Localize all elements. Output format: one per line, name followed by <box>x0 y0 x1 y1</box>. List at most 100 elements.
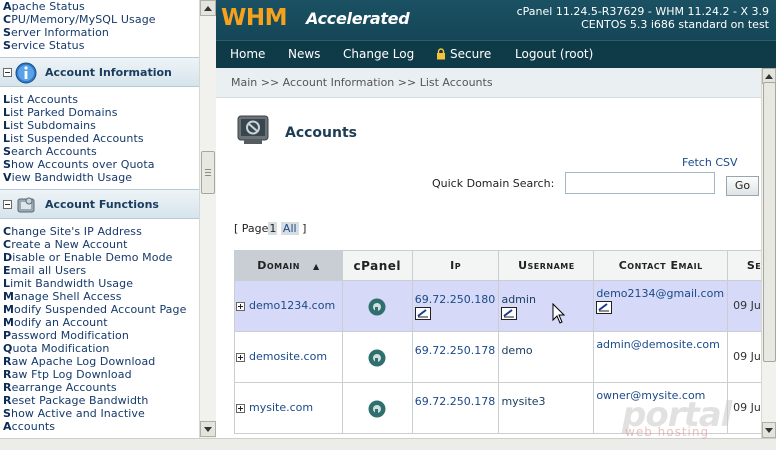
sidebar-section-title: Account Information <box>45 66 172 79</box>
ip-address[interactable]: 69.72.250.178 <box>415 344 495 357</box>
sidebar-link-apache-status[interactable]: Apache Status <box>3 0 85 13</box>
breadcrumb: Main >> Account Information >> List Acco… <box>216 68 761 98</box>
nav-secure[interactable]: Secure <box>450 47 491 61</box>
chevron-down-icon <box>765 428 773 433</box>
edit-icon[interactable] <box>596 301 613 314</box>
sidebar-link-cpu-usage[interactable]: CPU/Memory/MySQL Usage <box>3 13 156 26</box>
column-header-domain[interactable]: Domain ▲ <box>234 250 343 281</box>
table-row[interactable]: demo1234.com 69.72.250.180 admin demo213… <box>234 280 761 332</box>
contact-email-link[interactable]: demo2134@gmail.com <box>596 287 724 300</box>
contact-email-link[interactable]: admin@demosite.com <box>596 338 720 351</box>
cpanel-logo-icon[interactable] <box>366 297 388 317</box>
cpanel-logo-icon[interactable] <box>366 348 388 368</box>
domain-link[interactable]: mysite.com <box>249 401 313 414</box>
sidebar-scrollbar[interactable] <box>199 0 216 438</box>
sidebar-link-password-modification[interactable]: Password Modification <box>3 329 129 342</box>
scroll-down-button[interactable] <box>200 421 216 437</box>
sidebar-link-list-subdomains[interactable]: List Subdomains <box>3 119 96 132</box>
cpanel-logo-icon[interactable] <box>366 399 388 419</box>
table-row[interactable]: demosite.com 69.72.250.178 demo admin@de… <box>234 331 761 383</box>
sidebar-link-limit-bandwidth[interactable]: Limit Bandwidth Usage <box>3 277 133 290</box>
sidebar-link-modify-suspended-page[interactable]: Modify Suspended Account Page <box>3 303 186 316</box>
quick-domain-search-input[interactable] <box>565 172 715 194</box>
edit-icon[interactable] <box>414 307 431 320</box>
sidebar-link-demo-mode[interactable]: Disable or Enable Demo Mode <box>3 251 173 264</box>
top-nav: Home News Change Log Secure Logout (root… <box>216 40 776 68</box>
pager-current-page[interactable]: 1 <box>268 222 278 235</box>
tools-icon <box>17 197 35 213</box>
nav-home[interactable]: Home <box>230 47 265 61</box>
scrollbar-thumb[interactable] <box>763 82 776 362</box>
sidebar-link-show-active-inactive[interactable]: Show Active and Inactive <box>3 407 145 420</box>
sidebar-link-list-suspended-accounts[interactable]: List Suspended Accounts <box>3 132 144 145</box>
sidebar-section-account-functions[interactable]: Account Functions <box>0 189 199 219</box>
column-header-username[interactable]: Username <box>498 250 595 281</box>
logo-accelerated: Accelerated <box>306 9 410 28</box>
username: mysite3 <box>501 395 546 408</box>
ip-address[interactable]: 69.72.250.180 <box>415 293 495 306</box>
sidebar-link-list-parked-domains[interactable]: List Parked Domains <box>3 106 118 119</box>
sidebar-link-show-active-inactive-cont[interactable]: Accounts <box>3 420 55 433</box>
header-banner: WHM Accelerated cPanel 11.24.5-R37629 - … <box>216 0 776 40</box>
username: admin <box>501 293 536 306</box>
chevron-down-icon <box>204 427 212 432</box>
scrollbar-thumb[interactable] <box>201 151 215 194</box>
setup-date: 09 Ju <box>733 350 761 363</box>
domain-link[interactable]: demosite.com <box>249 350 327 363</box>
sidebar-link-view-bandwidth-usage[interactable]: View Bandwidth Usage <box>3 171 132 184</box>
main-content: Main >> Account Information >> List Acco… <box>216 68 761 438</box>
os-info: CENTOS 5.3 i686 standard on test <box>581 18 769 31</box>
pager-all-link[interactable]: All <box>280 222 299 235</box>
column-header-ip[interactable]: Ip <box>411 250 500 281</box>
lock-icon <box>437 48 445 60</box>
nav-news[interactable]: News <box>288 47 320 61</box>
setup-date: 09 Ju <box>733 401 761 414</box>
sidebar-link-service-status[interactable]: Service Status <box>3 39 85 52</box>
sidebar-link-quota-modification[interactable]: Quota Modification <box>3 342 109 355</box>
nav-change-log[interactable]: Change Log <box>343 47 414 61</box>
sidebar-link-accounts-over-quota[interactable]: Show Accounts over Quota <box>3 158 155 171</box>
sidebar-link-manage-shell[interactable]: Manage Shell Access <box>3 290 122 303</box>
sidebar-link-email-all-users[interactable]: Email all Users <box>3 264 86 277</box>
column-header-setup[interactable]: Setu <box>727 250 761 281</box>
column-header-cpanel[interactable]: cPanel <box>341 250 413 281</box>
quick-search-label: Quick Domain Search: <box>432 177 555 190</box>
collapse-icon[interactable] <box>3 200 12 209</box>
go-button[interactable]: Go <box>726 176 759 196</box>
sidebar-section-title: Account Functions <box>45 198 159 211</box>
expand-icon[interactable] <box>236 302 245 311</box>
sidebar-link-rearrange-accounts[interactable]: Rearrange Accounts <box>3 381 117 394</box>
nav-logout[interactable]: Logout (root) <box>515 47 593 61</box>
table-header-row: Domain ▲ cPanel Ip Username Contact Emai… <box>234 250 761 281</box>
sidebar-link-create-account[interactable]: Create a New Account <box>3 238 128 251</box>
mouse-cursor-icon <box>552 303 566 324</box>
horizontal-scrollbar[interactable] <box>0 438 776 450</box>
page-title: Accounts <box>285 125 358 141</box>
sort-ascending-icon: ▲ <box>312 262 320 271</box>
sidebar-link-server-information[interactable]: Server Information <box>3 26 109 39</box>
column-header-contact-email[interactable]: Contact Email <box>593 250 729 281</box>
domain-link[interactable]: demo1234.com <box>249 299 335 312</box>
sidebar-link-raw-ftp-log[interactable]: Raw Ftp Log Download <box>3 368 132 381</box>
sidebar-link-change-ip[interactable]: Change Site's IP Address <box>3 225 142 238</box>
scroll-up-button[interactable] <box>200 0 216 16</box>
ip-address[interactable]: 69.72.250.178 <box>415 395 495 408</box>
sidebar-link-list-accounts[interactable]: List Accounts <box>3 93 78 106</box>
content-scrollbar[interactable] <box>761 68 776 438</box>
sidebar: Apache Status CPU/Memory/MySQL Usage Ser… <box>0 0 216 438</box>
expand-icon[interactable] <box>236 404 245 413</box>
edit-icon[interactable] <box>501 307 518 320</box>
expand-icon[interactable] <box>236 353 245 362</box>
version-info: cPanel 11.24.5-R37629 - WHM 11.24.2 - X … <box>516 5 769 18</box>
chevron-up-icon <box>765 74 773 79</box>
scroll-down-button[interactable] <box>762 422 776 438</box>
sidebar-link-raw-apache-log[interactable]: Raw Apache Log Download <box>3 355 155 368</box>
collapse-icon[interactable] <box>3 68 12 77</box>
username: demo <box>501 344 533 357</box>
sidebar-link-search-accounts[interactable]: Search Accounts <box>3 145 97 158</box>
sidebar-link-modify-account[interactable]: Modify an Account <box>3 316 108 329</box>
accounts-monitor-icon <box>237 115 269 144</box>
fetch-csv-link[interactable]: Fetch CSV <box>682 156 738 169</box>
sidebar-link-reset-bandwidth[interactable]: Reset Package Bandwidth <box>3 394 149 407</box>
sidebar-section-account-information[interactable]: Account Information <box>0 57 199 87</box>
